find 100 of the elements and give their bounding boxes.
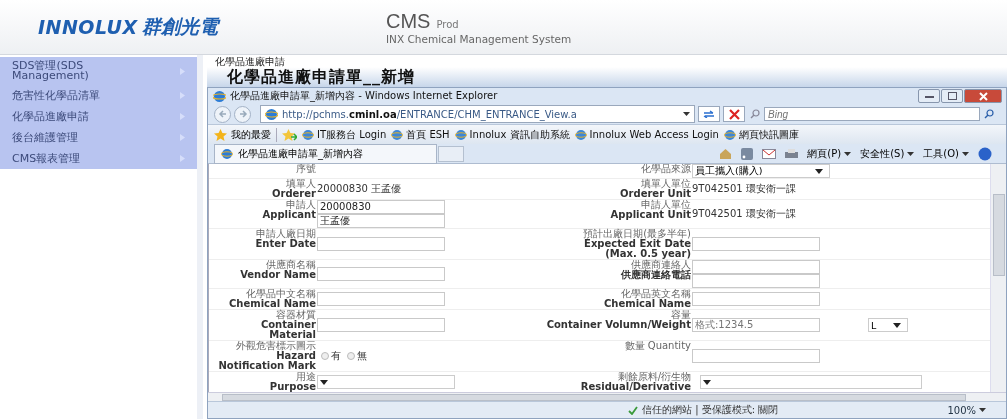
field-label: 供應商連絡電話 [621, 270, 691, 280]
input-field[interactable] [317, 267, 445, 281]
favorite-link[interactable]: IT服務台 Login [302, 127, 387, 142]
input-field[interactable] [317, 318, 445, 332]
page-title: 化學品進廠申請單__新增 [227, 66, 415, 88]
field-label: 用途 [296, 372, 316, 382]
sidebar-item[interactable]: 化學品進廠申請 [0, 106, 197, 127]
caret-icon [962, 151, 969, 156]
input-field[interactable]: 20000830 [317, 200, 445, 214]
mail-icon[interactable] [762, 148, 777, 159]
chevron-icon [180, 92, 185, 99]
search-field[interactable]: Bing [764, 107, 980, 121]
close-button[interactable] [964, 89, 1002, 103]
field-label: Enter Date [255, 239, 316, 249]
select-field[interactable]: 員工攜入(購入) [692, 164, 830, 178]
field-label: Container [260, 320, 316, 330]
field-label: 化學品英文名稱 [621, 289, 691, 299]
field-label: 填單人單位 [641, 179, 691, 189]
field-label: (Max. 0.5 year) [605, 249, 691, 259]
unit-select[interactable]: L [868, 318, 908, 332]
favorite-link[interactable]: 首頁 ESH [391, 127, 450, 142]
star-icon [214, 128, 227, 141]
radio-option[interactable]: 有 [321, 349, 341, 363]
field-label: Material [269, 330, 316, 340]
refresh-button[interactable] [698, 106, 720, 122]
field-label: Chemical Name [229, 299, 316, 309]
favorites-button[interactable]: 我的最愛 [214, 127, 271, 142]
input-field[interactable] [692, 237, 820, 251]
field-label: Purpose [269, 382, 316, 392]
forward-button[interactable] [234, 105, 251, 123]
input-field[interactable]: 王孟優 [317, 214, 445, 228]
caret-icon [893, 322, 901, 328]
input-field[interactable] [692, 349, 820, 363]
app-subtitle: INX Chemical Management System [386, 32, 572, 45]
field-label: 供應商名稱 [266, 260, 316, 270]
caret-icon [703, 379, 711, 385]
field-label: 申請人廠日期 [256, 229, 316, 239]
field-label: 容量 [671, 310, 691, 320]
chevron-icon [180, 113, 185, 120]
back-button[interactable] [214, 105, 231, 123]
field-label: Vendor Name [240, 270, 316, 280]
stop-button[interactable] [723, 106, 745, 122]
select-field[interactable] [317, 375, 455, 389]
environment-label: Prod [436, 18, 459, 30]
input-field[interactable] [317, 292, 445, 306]
refresh-arrows-icon [703, 110, 715, 118]
chevron-icon [180, 155, 185, 162]
add-favorite-star-icon[interactable] [282, 128, 297, 141]
sidebar-item[interactable]: SDS管理(SDS Management) [0, 57, 197, 85]
new-tab-button[interactable] [438, 145, 464, 162]
field-label: Applicant [262, 210, 316, 220]
minimize-button[interactable] [918, 89, 940, 103]
input-field[interactable] [692, 292, 820, 306]
checkmark-icon [628, 405, 638, 415]
field-value: 20000830 王孟優 [317, 182, 402, 196]
select-field[interactable] [700, 375, 922, 389]
feed-icon[interactable] [741, 147, 754, 160]
horizontal-scrollbar[interactable] [208, 392, 1006, 401]
field-label: Residual/Derivative [580, 382, 691, 392]
field-label: Applicant Unit [610, 210, 691, 220]
field-label: 申請人單位 [641, 200, 691, 210]
favorite-link[interactable]: 網頁快訊圖庫 [723, 127, 799, 142]
caret-icon [815, 168, 823, 174]
field-label: 化學品來源 [641, 164, 691, 174]
field-label: Chemical Name [604, 299, 691, 309]
zoom-level[interactable]: 100% [947, 404, 986, 416]
sidebar-item[interactable]: 後台維護管理 [0, 127, 197, 148]
close-icon [978, 91, 988, 101]
browser-tab[interactable]: 化學品進廠申請單_新增內容 [214, 143, 437, 164]
favorite-link[interactable]: Innolux Web Access Login [574, 128, 719, 141]
input-field[interactable] [692, 260, 820, 274]
field-label: 剩餘原料/衍生物 [617, 372, 691, 382]
input-field[interactable] [692, 274, 820, 288]
page-icon [265, 107, 278, 121]
sidebar-item[interactable]: CMS報表管理 [0, 148, 197, 169]
menu-button[interactable]: 工具(O) [923, 146, 969, 161]
input-field[interactable] [317, 237, 445, 251]
field-label: 供應商連絡人 [631, 260, 691, 270]
vertical-scrollbar[interactable] [990, 164, 1006, 392]
field-label: 化學品中文名稱 [246, 289, 316, 299]
favorite-link[interactable]: Innolux 資訊自助系統 [454, 127, 570, 142]
maximize-button[interactable] [941, 89, 963, 103]
chevron-icon [180, 134, 185, 141]
site-icon [574, 128, 587, 141]
printer-icon[interactable] [785, 147, 799, 160]
address-bar[interactable]: http://pchms.cminl.oa/ENTRANCE/CHM_ENTRANCE_View.a [260, 105, 695, 123]
home-icon[interactable] [719, 147, 733, 160]
field-label: 填單人 [286, 179, 316, 189]
radio-option[interactable]: 無 [347, 349, 367, 363]
input-field[interactable]: 格式:1234.5 [692, 318, 820, 332]
field-label: Orderer [271, 189, 316, 199]
site-icon [723, 128, 736, 141]
sidebar-item[interactable]: 危害性化學品清單 [0, 85, 197, 106]
forward-arrow-icon [237, 109, 248, 119]
menu-button[interactable]: 網頁(P) [807, 146, 852, 161]
search-icon[interactable] [984, 109, 994, 119]
menu-button[interactable]: 安全性(S) [860, 146, 915, 161]
maximize-icon [947, 92, 957, 100]
browser-icon [213, 89, 226, 103]
caret-icon [907, 151, 915, 156]
